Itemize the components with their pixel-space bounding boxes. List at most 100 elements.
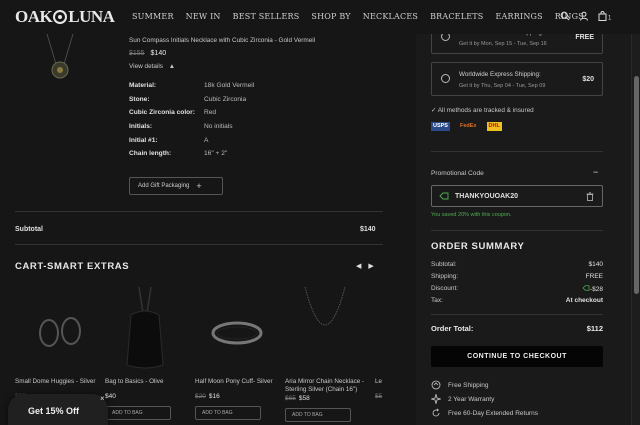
order-summary-panel: Worldwide Standard Shipping Get it by Mo…	[416, 0, 631, 425]
add-to-bag-button[interactable]: ADD TO BAG	[105, 406, 171, 420]
tag-icon	[439, 192, 449, 200]
extras-product-image[interactable]	[195, 283, 277, 375]
continue-to-checkout-button[interactable]: CONTINUE TO CHECKOUT	[431, 346, 603, 367]
close-icon[interactable]: ×	[100, 394, 105, 403]
product-current-price: $140	[150, 50, 167, 57]
search-icon[interactable]	[560, 11, 570, 21]
promo-code-label: Promotional Code	[431, 170, 484, 177]
subtotal-value: $140	[360, 226, 376, 233]
perk-label: 2 Year Warranty	[448, 395, 495, 403]
summary-label: Tax:	[431, 297, 443, 304]
add-gift-packaging-button[interactable]: Add Gift Packaging +	[129, 177, 223, 195]
menu-item-summer[interactable]: SUMMER	[132, 12, 174, 21]
usps-logo: USPS	[431, 122, 450, 131]
logo-text-right: LUNA	[68, 7, 115, 26]
extras-product-price: $40	[105, 393, 187, 400]
perk-free-shipping: Free Shipping	[431, 380, 488, 390]
product-old-price: $155	[129, 50, 145, 57]
extras-card[interactable]: Bag to Basics - Olive $40 ADD TO BAG	[105, 283, 187, 420]
attribute-key: Initial #1:	[129, 136, 158, 144]
attribute-value: 18k Gold Vermeil	[204, 82, 255, 89]
extras-product-image[interactable]	[105, 283, 187, 375]
carousel-arrows: ◀ ▶	[356, 262, 374, 270]
product-title[interactable]: Sun Compass Initials Necklace with Cubic…	[129, 37, 389, 44]
attribute-key: Initials:	[129, 123, 153, 131]
extras-product-image[interactable]	[375, 283, 385, 375]
extras-old-price: $20	[195, 393, 206, 400]
divider	[15, 244, 383, 245]
summary-label: Shipping:	[431, 273, 459, 280]
extras-product-image[interactable]	[15, 283, 97, 375]
discount-popup-tab[interactable]: Get 15% Off ×	[8, 394, 108, 425]
extras-product-price: $5	[375, 393, 385, 400]
extras-product-image[interactable]	[285, 283, 367, 375]
extras-product-price: $20 $16	[195, 393, 277, 400]
extras-old-price: $65	[285, 395, 296, 402]
gift-packaging-label: Add Gift Packaging	[138, 183, 190, 189]
extras-card[interactable]: Le $5	[375, 283, 385, 400]
menu-item-necklaces[interactable]: NECKLACES	[363, 12, 418, 21]
divider	[15, 211, 383, 212]
sparkle-icon	[430, 393, 442, 405]
attribute-row: Chain length: 16" + 2"	[129, 150, 254, 164]
perk-returns: Free 60-Day Extended Returns	[431, 408, 538, 418]
dhl-logo: DHL	[486, 122, 502, 131]
summary-value: -$28	[582, 285, 603, 293]
product-attributes: Material: 18k Gold Vermeil Stone: Cubic Zi…	[129, 82, 254, 164]
logo-text-left: OAK	[15, 7, 53, 26]
promo-code-value: THANKYOUOAK20	[455, 193, 519, 200]
shipping-option-express[interactable]: Worldwide Express Shipping: Get it by Th…	[431, 62, 603, 96]
promo-saved-message: You saved 20% with this coupon.	[431, 212, 512, 218]
chevron-right-icon[interactable]: ▶	[368, 262, 373, 270]
summary-row-subtotal: Subtotal: $140	[431, 261, 603, 268]
main-menu: SUMMER NEW IN BEST SELLERS SHOP BY NECKL…	[132, 12, 596, 21]
menu-item-shop-by[interactable]: SHOP BY	[311, 12, 350, 21]
shipping-option-price: $20	[582, 76, 594, 83]
user-icon[interactable]	[579, 11, 589, 21]
collapse-minus-icon[interactable]: −	[593, 167, 598, 177]
chevron-left-icon[interactable]: ◀	[356, 262, 361, 270]
bag-icon[interactable]: 1	[598, 11, 612, 22]
trash-icon[interactable]	[586, 192, 594, 201]
radio-button[interactable]	[441, 74, 450, 83]
logo[interactable]: OAK LUNA	[15, 7, 115, 26]
order-total: Order Total: $112	[431, 324, 603, 333]
view-details-label: View details	[129, 63, 163, 70]
attribute-value: Red	[204, 109, 217, 117]
attribute-key: Stone:	[129, 95, 150, 103]
divider	[431, 314, 603, 315]
add-to-bag-button[interactable]: ADD TO BAG	[195, 406, 261, 420]
attribute-row: Initial #1: A	[129, 137, 254, 151]
perk-label: Free 60-Day Extended Returns	[448, 409, 538, 417]
summary-row-shipping: Shipping: FREE	[431, 273, 603, 280]
scrollbar-thumb[interactable]	[634, 76, 639, 294]
menu-item-new-in[interactable]: NEW IN	[186, 12, 221, 21]
extras-old-price: $5	[375, 393, 383, 400]
summary-label: Subtotal:	[431, 261, 457, 268]
menu-item-bracelets[interactable]: BRACELETS	[430, 12, 483, 21]
cart-count: 1	[608, 16, 612, 22]
order-summary-title: ORDER SUMMARY	[431, 241, 525, 252]
attribute-value: No initials	[204, 123, 233, 131]
attribute-key: Cubic Zirconia color:	[129, 109, 195, 117]
extras-product-price: $65 $58	[285, 395, 367, 402]
attribute-row: Material: 18k Gold Vermeil	[129, 82, 254, 96]
add-to-bag-button[interactable]: ADD TO BAG	[285, 408, 351, 422]
extras-card[interactable]: Half Moon Pony Cuff- Silver $20 $16 ADD T…	[195, 283, 277, 420]
extras-product-name: Half Moon Pony Cuff- Silver	[195, 378, 273, 385]
order-total-value: $112	[586, 324, 603, 333]
return-icon	[431, 408, 441, 418]
extras-product-name: Bag to Basics - Olive	[105, 378, 164, 385]
nav-icons: 1	[560, 11, 612, 22]
scrollbar[interactable]	[631, 0, 640, 425]
caret-up-icon: ▲	[168, 63, 176, 70]
extras-card[interactable]: Aria Mirror Chain Necklace - Sterling Si…	[285, 283, 367, 422]
extras-product-name: Aria Mirror Chain Necklace - Sterling Si…	[285, 378, 365, 393]
menu-item-best-sellers[interactable]: BEST SELLERS	[233, 12, 300, 21]
summary-value: FREE	[585, 273, 603, 280]
view-details-toggle[interactable]: View details ▲	[129, 63, 175, 70]
extras-price: $16	[208, 393, 220, 400]
menu-item-earrings[interactable]: EARRINGS	[496, 12, 543, 21]
order-total-label: Order Total:	[431, 324, 474, 333]
tag-icon	[582, 285, 590, 293]
